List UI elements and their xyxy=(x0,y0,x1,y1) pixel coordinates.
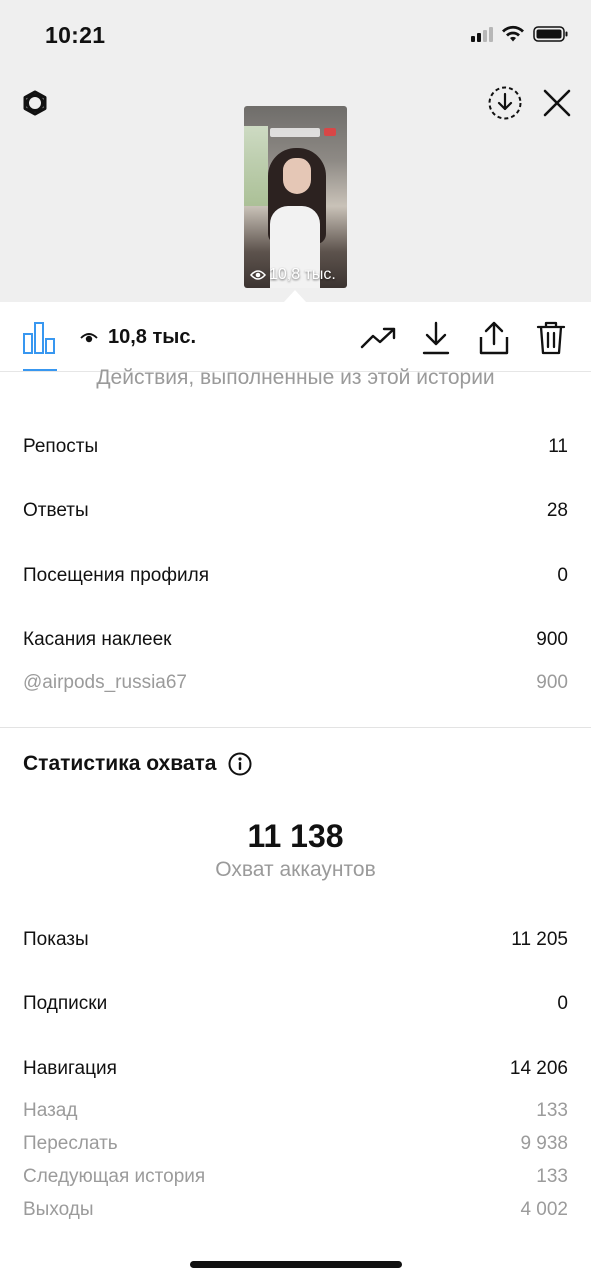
stat-row-next-story: Следующая история 133 xyxy=(23,1166,568,1188)
eye-icon xyxy=(250,270,266,280)
stat-value: 133 xyxy=(536,1166,568,1187)
wifi-icon xyxy=(502,25,524,42)
download-button[interactable] xyxy=(417,319,455,357)
battery-icon xyxy=(533,26,568,42)
thumbnail-views: 10,8 тыс. xyxy=(250,266,336,284)
settings-button[interactable] xyxy=(16,84,54,122)
stat-label: Следующая история xyxy=(23,1166,206,1187)
stat-label: Навигация xyxy=(23,1058,117,1079)
trash-icon xyxy=(536,321,566,355)
close-button[interactable] xyxy=(540,86,574,120)
stat-value: 133 xyxy=(536,1100,568,1121)
stat-value: 28 xyxy=(546,500,568,521)
stat-row-forward: Переслать 9 938 xyxy=(23,1133,568,1155)
download-icon xyxy=(422,321,450,355)
stat-row-sticker-mention: @airpods_russia67 900 xyxy=(23,672,568,694)
close-icon xyxy=(543,89,571,117)
insights-toolbar: 10,8 тыс. xyxy=(0,302,591,372)
stat-value: 11 xyxy=(548,436,568,457)
stat-value: 0 xyxy=(557,993,568,1014)
signal-icon xyxy=(471,26,493,42)
stat-value: 9 938 xyxy=(520,1133,568,1154)
stat-row-exits: Выходы 4 002 xyxy=(23,1199,568,1221)
reach-title-text: Статистика охвата xyxy=(23,752,217,775)
stat-row-reposts: Репосты 11 xyxy=(23,436,568,458)
story-thumbnail[interactable] xyxy=(244,106,347,288)
thumbnail-person-face xyxy=(283,158,311,194)
insights-tab[interactable] xyxy=(21,320,57,356)
stat-value: 900 xyxy=(536,629,568,650)
thumbnail-car-window xyxy=(244,126,268,206)
stat-value: 4 002 xyxy=(520,1199,568,1220)
stat-label: Касания наклеек xyxy=(23,629,172,650)
thumbnail-views-count: 10,8 тыс. xyxy=(269,266,336,283)
save-story-button[interactable] xyxy=(486,84,524,122)
stat-label: Выходы xyxy=(23,1199,94,1220)
story-preview-header: 10:21 10,8 тыс. xyxy=(0,0,591,302)
stat-row-replies: Ответы 28 xyxy=(23,500,568,522)
status-time: 10:21 xyxy=(45,22,106,48)
stat-row-profile-visits: Посещения профиля 0 xyxy=(23,565,568,587)
stat-value: 900 xyxy=(536,672,568,693)
stat-label: Репосты xyxy=(23,436,99,457)
stat-label: @airpods_russia67 xyxy=(23,672,187,693)
stat-value: 11 205 xyxy=(511,929,568,950)
stat-label: Переслать xyxy=(23,1133,118,1154)
section-divider xyxy=(0,727,591,728)
viewers-button[interactable]: 10,8 тыс. xyxy=(80,326,196,349)
download-circle-icon xyxy=(488,86,522,120)
stat-label: Показы xyxy=(23,929,89,950)
bar-chart-icon xyxy=(23,322,55,354)
stat-value: 14 206 xyxy=(509,1058,568,1079)
viewers-count: 10,8 тыс. xyxy=(108,326,197,348)
thumbnail-pointer xyxy=(284,290,306,302)
home-indicator[interactable] xyxy=(190,1261,402,1268)
gear-icon xyxy=(23,90,47,116)
accounts-reached-value: 11 138 xyxy=(247,818,344,854)
stat-row-navigation: Навигация 14 206 xyxy=(23,1058,568,1080)
stat-label: Посещения профиля xyxy=(23,565,209,586)
status-icons xyxy=(471,25,569,43)
stat-row-back: Назад 133 xyxy=(23,1100,568,1122)
stat-row-follows: Подписки 0 xyxy=(23,993,568,1015)
thumbnail-mention-sticker xyxy=(270,128,320,137)
trending-icon xyxy=(360,327,396,349)
share-button[interactable] xyxy=(475,319,513,357)
eye-icon xyxy=(80,332,98,342)
stat-row-sticker-taps: Касания наклеек 900 xyxy=(23,629,568,651)
stat-label: Назад xyxy=(23,1100,78,1121)
accounts-reached-label: Охват аккаунтов xyxy=(215,858,376,881)
actions-caption: Действия, выполненные из этой истории xyxy=(96,366,495,389)
reach-section-title: Статистика охвата xyxy=(23,752,252,776)
thumbnail-sticker xyxy=(324,128,336,136)
stat-label: Ответы xyxy=(23,500,89,521)
stat-label: Подписки xyxy=(23,993,108,1014)
promote-button[interactable] xyxy=(360,319,398,357)
stat-value: 0 xyxy=(557,565,568,586)
info-icon[interactable] xyxy=(228,752,252,776)
stat-row-impressions: Показы 11 205 xyxy=(23,929,568,951)
delete-button[interactable] xyxy=(532,319,570,357)
share-icon xyxy=(479,321,509,355)
